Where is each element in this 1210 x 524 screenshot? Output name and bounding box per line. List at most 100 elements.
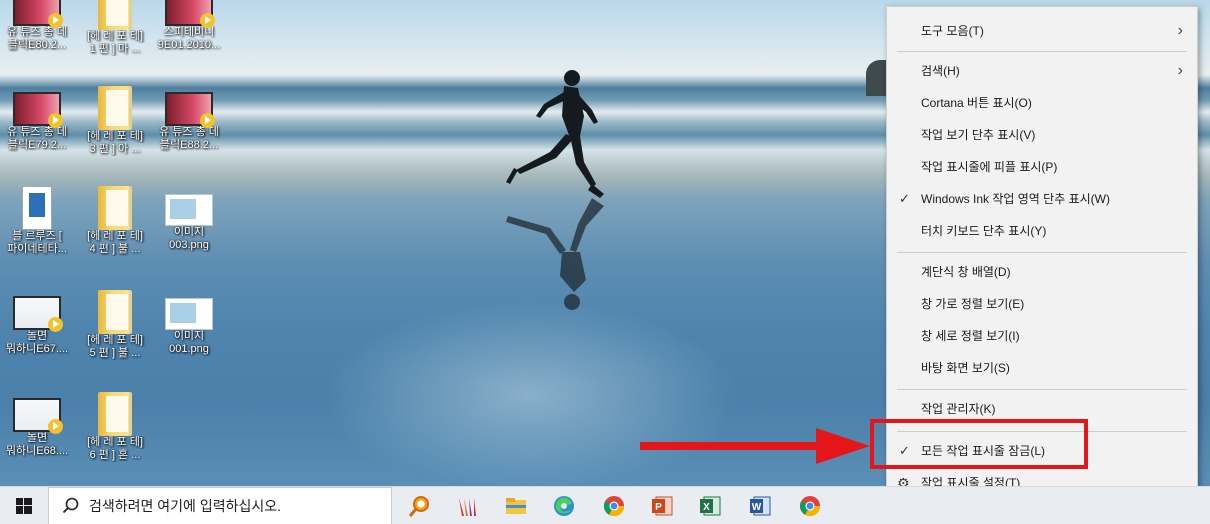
- desktop-icon[interactable]: [헤 레 포 테] 1 편 ] 마 ...: [82, 0, 148, 56]
- menu-separator: [897, 51, 1187, 52]
- folder-icon: [98, 290, 132, 334]
- desktop-icon[interactable]: 유 튜즈 총 데 블릭E88.2...: [156, 86, 222, 152]
- desktop-icon[interactable]: 이미지 003.png: [156, 186, 222, 252]
- desktop-icon[interactable]: 유 튜즈 총 데 블릭E80.2...: [4, 0, 70, 52]
- search-app-icon: [408, 496, 429, 517]
- video-file-icon: [13, 0, 63, 28]
- desktop-icon-label: 3 편 ] 아 ...: [89, 143, 141, 155]
- taskbar-app-powerpoint[interactable]: P: [638, 487, 686, 524]
- desktop-icon-label: 1 편 ] 마 ...: [89, 43, 141, 55]
- desktop-icon-label: [헤 레 포 테]: [87, 334, 143, 346]
- desktop-icon[interactable]: 블 르루즈 [파이네테타...: [4, 186, 70, 256]
- desktop-icon-label: [헤 레 포 테]: [87, 436, 143, 448]
- menu-item-taskbar-settings[interactable]: ⚙ 작업 표시줄 설정(T): [887, 467, 1197, 486]
- menu-item-show-desktop[interactable]: 바탕 화면 보기(S): [887, 352, 1197, 384]
- windows-logo-icon: [16, 498, 32, 514]
- menu-item-label: 창 가로 정렬 보기(E): [921, 297, 1025, 311]
- menu-item-label: Windows Ink 작업 영역 단추 표시(W): [921, 192, 1110, 206]
- desktop-icon-label: 뭐하니E67....: [5, 343, 69, 355]
- file-explorer-icon: [506, 498, 526, 514]
- video-file-icon: [165, 92, 215, 128]
- desktop-icon[interactable]: [헤 레 포 테] 5 편 ] 불 ...: [82, 290, 148, 360]
- desktop-icon-label: 파이네테타...: [7, 243, 67, 255]
- desktop-icon-label: 유 튜즈 총 데: [159, 126, 219, 138]
- desktop-icon-label: 6 편 ] 혼 ...: [89, 449, 141, 461]
- folder-icon: [98, 392, 132, 436]
- taskbar-search-box[interactable]: 검색하려면 여기에 입력하십시오.: [48, 487, 392, 524]
- play-icon: [200, 13, 215, 28]
- menu-item-cascade-windows[interactable]: 계단식 창 배열(D): [887, 256, 1197, 288]
- menu-item-label: 작업 보기 단추 표시(V): [921, 128, 1036, 142]
- gear-icon: ⚙: [897, 475, 910, 486]
- desktop-icon[interactable]: 이미지 001.png: [156, 290, 222, 356]
- desktop-icon[interactable]: 유 튜즈 총 데 블릭E79.2...: [4, 86, 70, 152]
- desktop-icon-label: 001.png: [169, 343, 209, 355]
- menu-item-show-cortana-button[interactable]: Cortana 버튼 표시(O): [887, 87, 1197, 119]
- desktop-icon-label: 블릭E88.2...: [159, 139, 219, 151]
- taskbar-app-search[interactable]: [396, 487, 444, 524]
- menu-separator: [897, 252, 1187, 253]
- desktop-icon[interactable]: 놀면 뭐하니E68....: [4, 392, 70, 458]
- menu-item-label: 터치 키보드 단추 표시(Y): [921, 224, 1047, 238]
- desktop-icon-label: [헤 레 포 테]: [87, 130, 143, 142]
- search-icon: [62, 497, 79, 514]
- desktop-icon-label: 놀면: [26, 432, 48, 444]
- taskbar-app-file-explorer[interactable]: [492, 487, 540, 524]
- desktop-icon[interactable]: 스피테비니 9E01.2010...: [156, 0, 222, 52]
- taskbar-app-chrome-1[interactable]: [590, 487, 638, 524]
- desktop-icon[interactable]: [헤 레 포 테] 3 편 ] 아 ...: [82, 86, 148, 156]
- taskbar-context-menu: 도구 모음(T) › 검색(H) › Cortana 버튼 표시(O) 작업 보기 단추 …: [886, 6, 1198, 486]
- desktop-icon-label: 003.png: [169, 239, 209, 251]
- desktop-icon[interactable]: 놀면 뭐하니E67....: [4, 290, 70, 356]
- menu-item-show-touch-keyboard-button[interactable]: 터치 키보드 단추 표시(Y): [887, 215, 1197, 247]
- menu-item-show-people[interactable]: 작업 표시줄에 피플 표시(P): [887, 151, 1197, 183]
- script-file-icon: [22, 186, 52, 230]
- desktop[interactable]: 유 튜즈 총 데 블릭E80.2... [헤 레 포 테] 1 편 ] 마 ... 스피…: [0, 0, 1210, 486]
- menu-item-label: 검색(H): [921, 64, 960, 78]
- red-arrow-annotation: [640, 428, 870, 464]
- svg-text:X: X: [703, 502, 710, 513]
- folder-icon: [98, 0, 132, 30]
- image-file-icon: [165, 298, 213, 330]
- search-placeholder: 검색하려면 여기에 입력하십시오.: [89, 498, 281, 514]
- taskbar-app-chrome-2[interactable]: [786, 487, 834, 524]
- play-icon: [48, 317, 63, 332]
- menu-item-label: Cortana 버튼 표시(O): [921, 96, 1032, 110]
- taskbar-app-excel[interactable]: X: [686, 487, 734, 524]
- desktop-icon-label: 9E01.2010...: [157, 39, 221, 51]
- desktop-icon-label: 블 르루즈 [: [12, 230, 62, 242]
- chrome-icon: [799, 496, 821, 517]
- start-button[interactable]: [0, 487, 48, 524]
- desktop-icon[interactable]: [헤 레 포 테] 4 편 ] 불 ...: [82, 186, 148, 256]
- folder-icon: [98, 86, 132, 130]
- menu-item-label: 바탕 화면 보기(S): [921, 361, 1010, 375]
- desktop-icon-label: 유 튜즈 총 데: [7, 26, 67, 38]
- video-file-icon: [13, 92, 63, 128]
- desktop-icon-label: [헤 레 포 테]: [87, 30, 143, 42]
- menu-item-label: 창 세로 정렬 보기(I): [921, 329, 1020, 343]
- menu-item-show-windows-stacked[interactable]: 창 가로 정렬 보기(E): [887, 288, 1197, 320]
- menu-item-show-windows-ink-button[interactable]: ✓ Windows Ink 작업 영역 단추 표시(W): [887, 183, 1197, 215]
- menu-item-show-windows-side-by-side[interactable]: 창 세로 정렬 보기(I): [887, 320, 1197, 352]
- menu-item-label: 작업 표시줄 설정(T): [921, 476, 1021, 486]
- video-file-icon: [13, 398, 63, 434]
- desktop-icon-label: 블릭E79.2...: [7, 139, 67, 151]
- desktop-icon[interactable]: [헤 레 포 테] 6 편 ] 혼 ...: [82, 392, 148, 462]
- menu-separator: [897, 389, 1187, 390]
- menu-item-label: 작업 표시줄에 피플 표시(P): [921, 160, 1058, 174]
- video-file-icon: [13, 296, 63, 332]
- taskbar-app-brush[interactable]: [444, 487, 492, 524]
- taskbar-app-word[interactable]: W: [736, 487, 784, 524]
- video-file-icon: [165, 0, 215, 28]
- taskbar-app-edge[interactable]: [540, 487, 588, 524]
- desktop-icon-label: 유 튜즈 총 데: [7, 126, 67, 138]
- menu-item-label: 계단식 창 배열(D): [921, 265, 1011, 279]
- taskbar[interactable]: 검색하려면 여기에 입력하십시오. P X W: [0, 486, 1210, 524]
- menu-item-show-task-view-button[interactable]: 작업 보기 단추 표시(V): [887, 119, 1197, 151]
- menu-item-label: 도구 모음(T): [921, 24, 984, 38]
- menu-item-toolbars[interactable]: 도구 모음(T) ›: [887, 15, 1197, 47]
- play-icon: [48, 13, 63, 28]
- svg-text:P: P: [655, 502, 662, 513]
- menu-item-search[interactable]: 검색(H) ›: [887, 55, 1197, 87]
- desktop-icon-label: 4 편 ] 불 ...: [89, 243, 141, 255]
